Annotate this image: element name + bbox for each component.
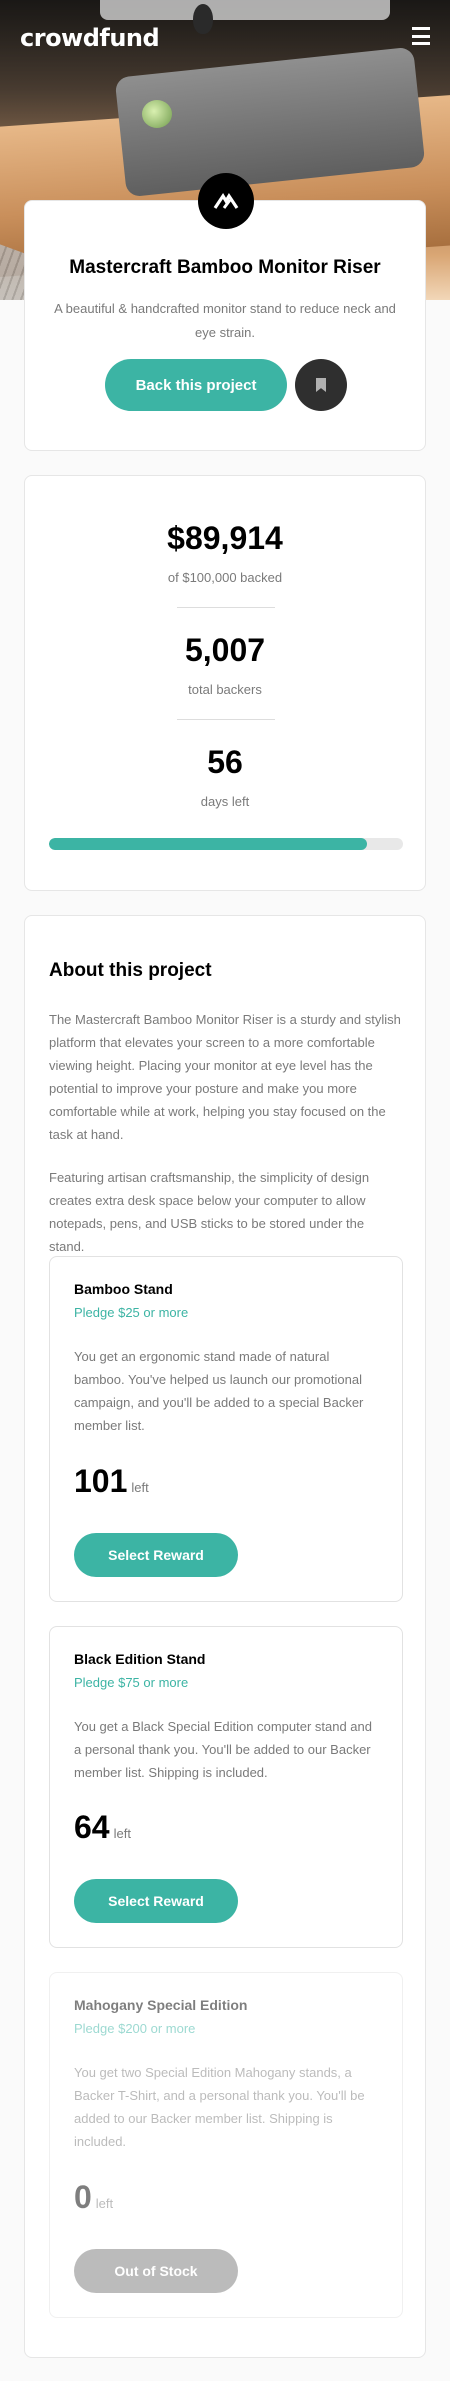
mastercraft-logo-icon (198, 173, 254, 229)
stats-card: $89,914 of $100,000 backed 5,007 total b… (24, 475, 426, 891)
about-card: About this project The Mastercraft Bambo… (24, 915, 426, 2358)
total-backers: 5,007 (184, 632, 266, 668)
bookmark-button[interactable] (295, 359, 347, 411)
about-paragraph: The Mastercraft Bamboo Monitor Riser is … (49, 1012, 401, 1142)
hamburger-icon[interactable] (412, 27, 430, 45)
project-header-card: Mastercraft Bamboo Monitor Riser A beaut… (24, 173, 426, 451)
days-left: 56 (207, 744, 243, 780)
select-reward-button[interactable]: Select Reward (74, 1879, 238, 1923)
pledge-stock: 64 left (74, 1809, 131, 1846)
about-paragraph: Featuring artisan craftsmanship, the sim… (49, 1170, 370, 1254)
pledge-left-label: left (95, 2196, 114, 2211)
pledge-left-label: left (131, 1480, 149, 1495)
pledge-card-mahogany: Mahogany Special Edition Pledge $200 or … (49, 1972, 403, 2318)
pledge-count: 64 (74, 1809, 110, 1845)
total-backers-label: total backers (188, 682, 262, 697)
stats-divider (177, 607, 275, 608)
pledge-name: Bamboo Stand (74, 1281, 173, 1297)
project-description: A beautiful & handcrafted monitor stand … (54, 301, 396, 340)
site-logo[interactable]: crowdfund (20, 24, 160, 52)
pledge-card-bamboo: Bamboo Stand Pledge $25 or more You get … (49, 1256, 403, 1602)
days-left-label: days left (200, 794, 250, 809)
pledge-description: You get an ergonomic stand made of natur… (74, 1349, 364, 1433)
pledge-description: You get two Special Edition Mahogany sta… (74, 2065, 365, 2149)
pledge-name: Black Edition Stand (74, 1651, 206, 1667)
pledge-stock: 0 left (74, 2179, 113, 2216)
pledge-left-label: left (113, 1826, 131, 1841)
pledge-name: Mahogany Special Edition (74, 1997, 248, 2013)
hero-apple-logo (193, 4, 213, 34)
pledge-minimum: Pledge $200 or more (74, 2021, 196, 2036)
hero-monitor (100, 0, 390, 20)
bookmark-icon (316, 378, 326, 392)
back-project-button[interactable]: Back this project (105, 359, 287, 411)
pledge-minimum: Pledge $75 or more (74, 1675, 189, 1690)
pledge-card-black: Black Edition Stand Pledge $75 or more Y… (49, 1626, 403, 1948)
hero-figurine (142, 100, 172, 128)
funding-progress-fill (49, 838, 368, 850)
funding-progress-bar (49, 838, 403, 850)
pledge-minimum: Pledge $25 or more (74, 1305, 189, 1320)
about-heading: About this project (49, 960, 212, 981)
amount-backed-label: of $100,000 backed (167, 570, 283, 585)
stats-divider (177, 719, 275, 720)
project-title: Mastercraft Bamboo Monitor Riser (69, 257, 381, 278)
out-of-stock-button: Out of Stock (74, 2249, 238, 2293)
pledge-stock: 101 left (74, 1463, 149, 1500)
pledge-count: 101 (74, 1463, 128, 1499)
amount-backed: $89,914 (167, 520, 283, 556)
pledge-count: 0 (74, 2179, 92, 2215)
pledge-description: You get a Black Special Edition computer… (74, 1719, 372, 1780)
select-reward-button[interactable]: Select Reward (74, 1533, 238, 1577)
